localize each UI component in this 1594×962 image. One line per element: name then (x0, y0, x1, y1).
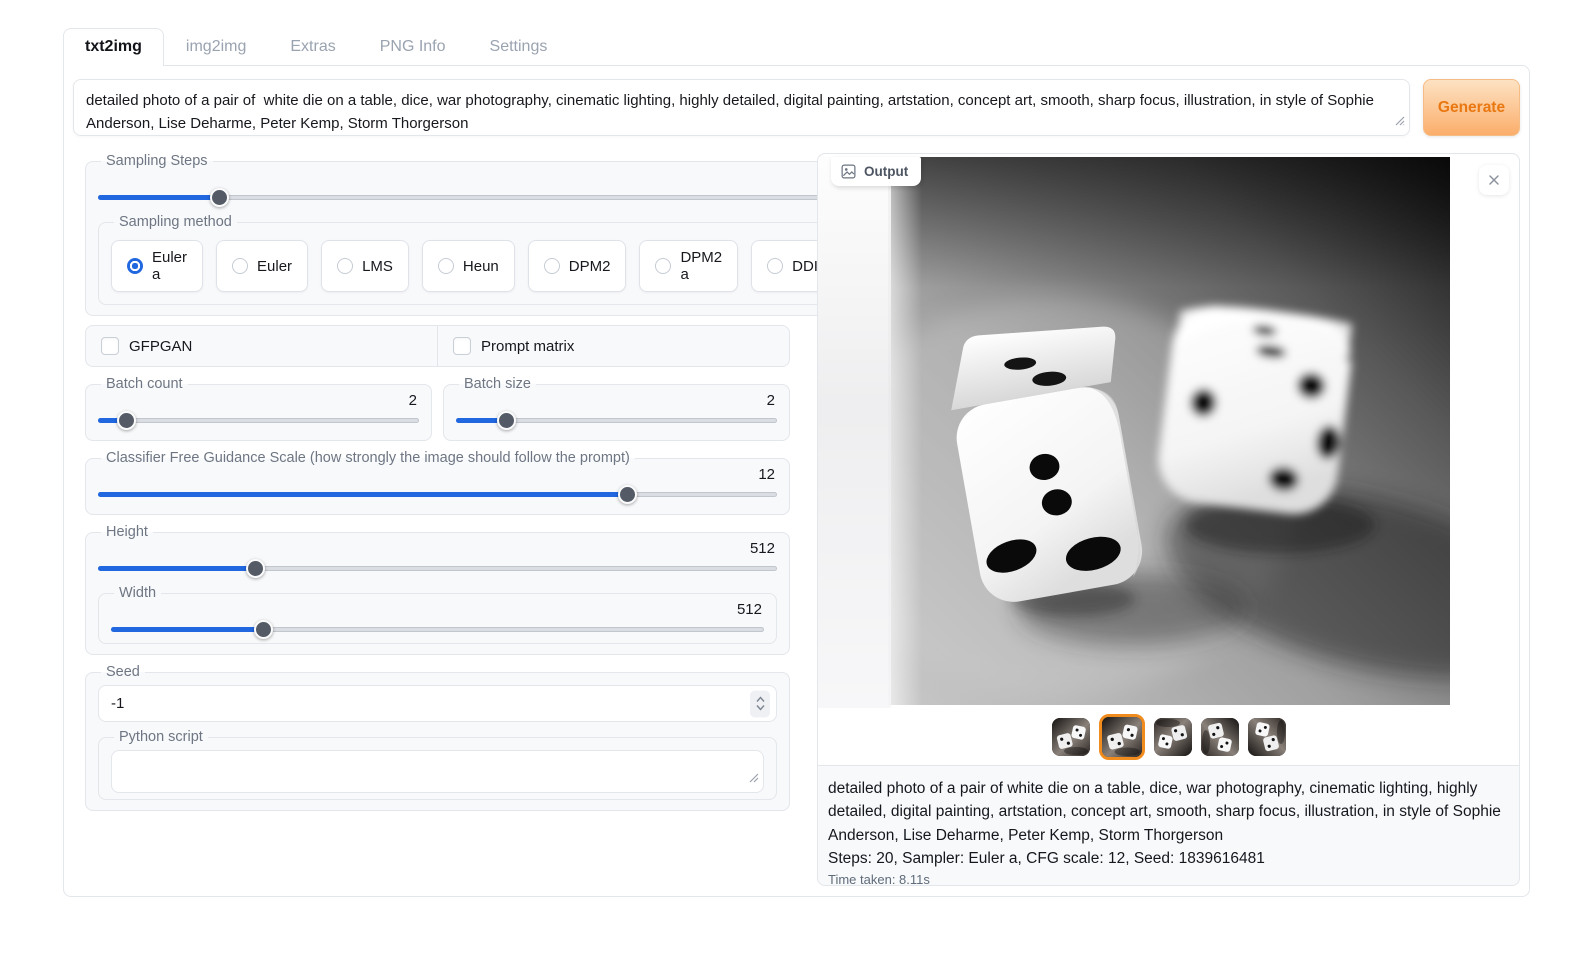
prompt-matrix-checkbox[interactable]: Prompt matrix (437, 326, 789, 366)
height-slider[interactable] (98, 558, 777, 578)
seed-label: Seed (101, 664, 145, 680)
gallery-thumbnail-1[interactable] (1052, 718, 1090, 756)
close-icon (1488, 174, 1500, 186)
gallery-thumbnail-2[interactable] (1099, 714, 1145, 760)
tab-extras[interactable]: Extras (268, 28, 357, 66)
seed-input[interactable] (98, 685, 777, 722)
radio-icon (767, 258, 783, 274)
checkbox-icon (453, 337, 471, 355)
sampler-label: DPM2 a (680, 249, 722, 283)
gallery-stage (818, 154, 1519, 708)
batch-size-group: Batch size 2 (443, 376, 790, 441)
slider-handle[interactable] (618, 485, 637, 504)
radio-icon (544, 258, 560, 274)
tab-img2img[interactable]: img2img (164, 28, 268, 66)
close-output-button[interactable] (1479, 165, 1509, 195)
width-value: 512 (111, 600, 764, 619)
txt2img-panel: detailed photo of a pair of white die on… (63, 65, 1530, 897)
output-panel: Output (817, 153, 1520, 886)
width-label: Width (114, 585, 161, 601)
radio-icon (127, 258, 143, 274)
sampler-label: Heun (463, 258, 499, 275)
tab-settings[interactable]: Settings (468, 28, 570, 66)
gallery-side-strip (818, 157, 891, 708)
prompt-row: detailed photo of a pair of white die on… (73, 79, 1520, 136)
image-icon (841, 164, 856, 179)
height-group: Height 512 Width 512 (85, 524, 790, 655)
slider-handle[interactable] (117, 411, 136, 430)
generate-button[interactable]: Generate (1423, 79, 1520, 136)
sampler-label: DPM2 (569, 258, 611, 275)
slider-handle[interactable] (246, 559, 265, 578)
cfg-scale-value: 12 (98, 465, 777, 484)
toggles-panel: GFPGAN Prompt matrix (85, 325, 790, 367)
sampler-option-lms[interactable]: LMS (321, 240, 409, 292)
sampling-method-label: Sampling method (114, 214, 237, 230)
python-script-input[interactable] (111, 750, 764, 793)
time-taken: Time taken: 8.11s (828, 870, 1509, 886)
spinner-up-icon[interactable] (756, 697, 765, 703)
output-badge-label: Output (864, 164, 908, 179)
generated-image[interactable] (888, 157, 1450, 705)
seed-group: Seed Python script (85, 664, 790, 811)
sampler-option-dpm2-a[interactable]: DPM2 a (639, 240, 738, 292)
radio-icon (438, 258, 454, 274)
cfg-scale-slider[interactable] (98, 484, 777, 504)
batch-count-value: 2 (98, 391, 419, 410)
caption-prompt: detailed photo of a pair of white die on… (828, 777, 1509, 847)
tab-txt2img[interactable]: txt2img (63, 28, 164, 66)
app-container: txt2img img2img Extras PNG Info Settings… (63, 27, 1530, 897)
sampler-option-dpm2[interactable]: DPM2 (528, 240, 627, 292)
gfpgan-checkbox[interactable]: GFPGAN (86, 326, 437, 366)
radio-icon (655, 258, 671, 274)
gallery-thumbnail-4[interactable] (1201, 718, 1239, 756)
tab-png-info[interactable]: PNG Info (358, 28, 468, 66)
sampling-steps-label: Sampling Steps (101, 153, 213, 169)
output-badge: Output (831, 157, 921, 186)
batch-count-slider[interactable] (98, 410, 419, 430)
batch-size-value: 2 (456, 391, 777, 410)
width-group: Width 512 (98, 585, 777, 644)
slider-handle[interactable] (254, 620, 273, 639)
height-label: Height (101, 524, 153, 540)
batch-count-label: Batch count (101, 376, 188, 392)
height-value: 512 (98, 539, 777, 558)
batch-count-group: Batch count 2 (85, 376, 432, 441)
number-spinner[interactable] (750, 690, 770, 717)
gfpgan-label: GFPGAN (129, 338, 192, 355)
gallery-thumbnail-3[interactable] (1154, 718, 1192, 756)
settings-column: Sampling Steps 20 Sampling method Euler … (85, 153, 790, 886)
sampler-option-euler-a[interactable]: Euler a (111, 240, 203, 292)
spinner-down-icon[interactable] (756, 705, 765, 711)
sampler-label: Euler (257, 258, 292, 275)
slider-handle[interactable] (497, 411, 516, 430)
gallery-thumbnail-5[interactable] (1248, 718, 1286, 756)
checkbox-icon (101, 337, 119, 355)
cfg-scale-group: Classifier Free Guidance Scale (how stro… (85, 450, 790, 515)
slider-handle[interactable] (210, 188, 229, 207)
gallery-thumbnails (818, 708, 1519, 765)
prompt-input[interactable]: detailed photo of a pair of white die on… (73, 79, 1410, 136)
generation-info: detailed photo of a pair of white die on… (818, 765, 1519, 886)
caption-params: Steps: 20, Sampler: Euler a, CFG scale: … (828, 847, 1509, 870)
sampler-option-euler[interactable]: Euler (216, 240, 308, 292)
radio-icon (232, 258, 248, 274)
cfg-scale-label: Classifier Free Guidance Scale (how stro… (101, 450, 635, 466)
python-script-group: Python script (98, 729, 777, 800)
width-slider[interactable] (111, 619, 764, 639)
batch-size-slider[interactable] (456, 410, 777, 430)
output-gallery (818, 154, 1519, 765)
radio-icon (337, 258, 353, 274)
batch-size-label: Batch size (459, 376, 536, 392)
prompt-matrix-label: Prompt matrix (481, 338, 574, 355)
sampler-option-heun[interactable]: Heun (422, 240, 515, 292)
sampler-label: LMS (362, 258, 393, 275)
sampler-label: Euler a (152, 249, 187, 283)
python-script-label: Python script (114, 729, 208, 745)
tab-bar: txt2img img2img Extras PNG Info Settings (63, 27, 1530, 65)
